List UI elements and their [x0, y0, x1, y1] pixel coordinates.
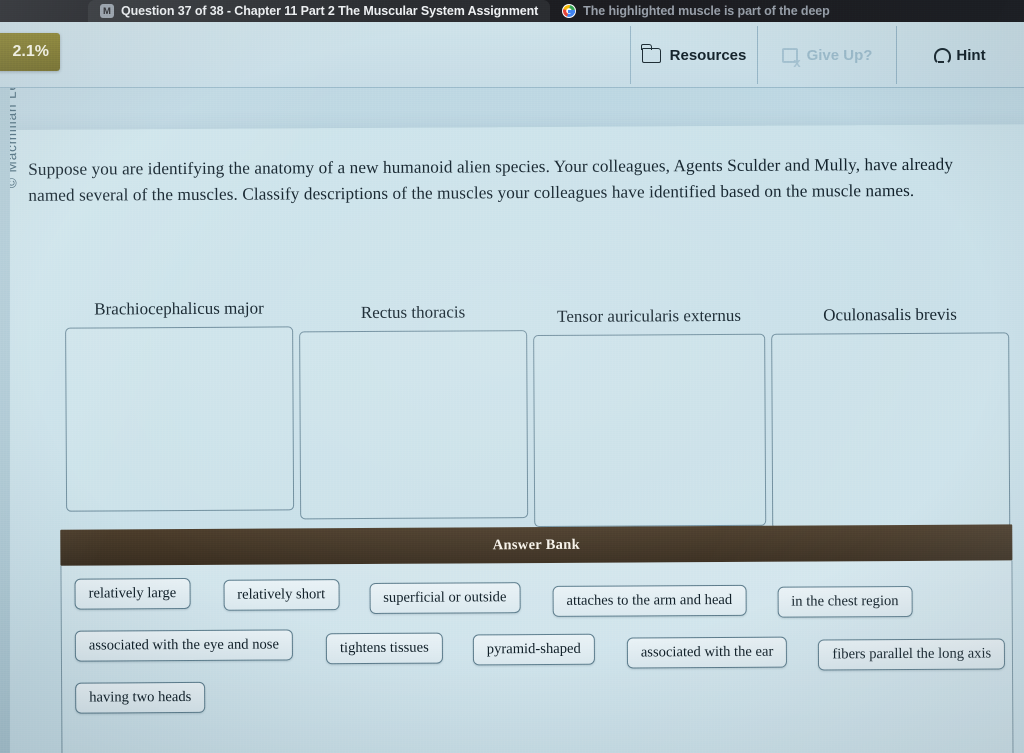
lightbulb-icon — [934, 48, 952, 65]
dropzone-brachiocephalicus-major[interactable] — [65, 326, 295, 512]
dropzone-rectus-thoracis[interactable] — [299, 330, 529, 520]
score-percentage-badge: 2.1% — [0, 33, 60, 71]
toolbar-divider — [0, 87, 1024, 88]
dropzone-oculonasalis-brevis[interactable] — [771, 332, 1011, 530]
answer-bank: Answer Bank relatively large relatively … — [60, 524, 1014, 753]
browser-tab-active[interactable]: M Question 37 of 38 - Chapter 11 Part 2 … — [88, 0, 551, 22]
browser-tab-strip: M Question 37 of 38 - Chapter 11 Part 2 … — [0, 0, 1024, 22]
category-column-rectus-thoracis: Rectus thoracis — [299, 302, 529, 520]
answer-tile[interactable]: associated with the eye and nose — [74, 628, 294, 662]
answer-tile[interactable]: fibers parallel the long axis — [818, 637, 1006, 670]
resources-button-label: Resources — [669, 46, 747, 64]
toolbar-divider-2 — [757, 26, 758, 84]
answer-bank-body: relatively large relatively short superf… — [60, 560, 1014, 753]
macmillan-m-icon: M — [100, 4, 114, 18]
hint-button-label: Hint — [956, 46, 986, 64]
page-left-gutter — [0, 88, 10, 753]
google-icon — [562, 4, 577, 18]
answer-tile[interactable]: tightens tissues — [325, 632, 443, 664]
category-label: Rectus thoracis — [360, 302, 466, 323]
answer-bank-row: relatively large relatively short superf… — [61, 568, 1011, 625]
dropzone-tensor-auricularis-externus[interactable] — [533, 333, 767, 528]
answer-tile[interactable]: superficial or outside — [369, 581, 521, 614]
folder-icon — [640, 43, 661, 63]
screenshot-root: M Question 37 of 38 - Chapter 11 Part 2 … — [0, 0, 1024, 753]
answer-bank-row: having two heads — [62, 672, 1012, 729]
category-column-tensor-auricularis-externus: Tensor auricularis externus — [533, 305, 767, 528]
tab-strip-left-spacer — [0, 0, 88, 22]
browser-tab-title-inactive: The highlighted muscle is part of the de… — [583, 4, 830, 18]
answer-bank-title: Answer Bank — [492, 536, 580, 553]
browser-tab-title-active: Question 37 of 38 - Chapter 11 Part 2 Th… — [121, 4, 539, 18]
answer-tile[interactable]: associated with the ear — [626, 636, 788, 669]
category-column-oculonasalis-brevis: Oculonasalis brevis — [771, 304, 1011, 530]
answer-bank-header: Answer Bank — [60, 524, 1013, 566]
answer-bank-row: associated with the eye and nose tighten… — [62, 620, 1012, 677]
answer-tile[interactable]: having two heads — [75, 681, 206, 714]
square-x-icon — [781, 47, 801, 69]
answer-tile[interactable]: attaches to the arm and head — [552, 584, 747, 617]
answer-tile[interactable]: pyramid-shaped — [472, 633, 595, 665]
category-label: Oculonasalis brevis — [823, 304, 957, 325]
question-card: © Macmillan Learning Suppose you are ide… — [3, 39, 1024, 753]
give-up-button-label: Give Up? — [806, 46, 873, 64]
hint-button[interactable]: Hint — [897, 26, 1023, 84]
answer-tile[interactable]: in the chest region — [777, 585, 913, 618]
category-label: Tensor auricularis externus — [557, 305, 742, 326]
give-up-button[interactable]: Give Up? — [759, 26, 895, 84]
answer-tile[interactable]: relatively short — [223, 578, 340, 611]
question-prompt-text: Suppose you are identifying the anatomy … — [28, 154, 954, 205]
category-label: Brachiocephalicus major — [94, 298, 264, 319]
resources-button[interactable]: Resources — [631, 26, 757, 84]
category-column-brachiocephalicus-major: Brachiocephalicus major — [65, 298, 295, 512]
answer-tile[interactable]: relatively large — [74, 577, 191, 610]
score-percentage-value: 2.1% — [12, 43, 49, 60]
browser-tab-inactive[interactable]: The highlighted muscle is part of the de… — [550, 0, 842, 22]
